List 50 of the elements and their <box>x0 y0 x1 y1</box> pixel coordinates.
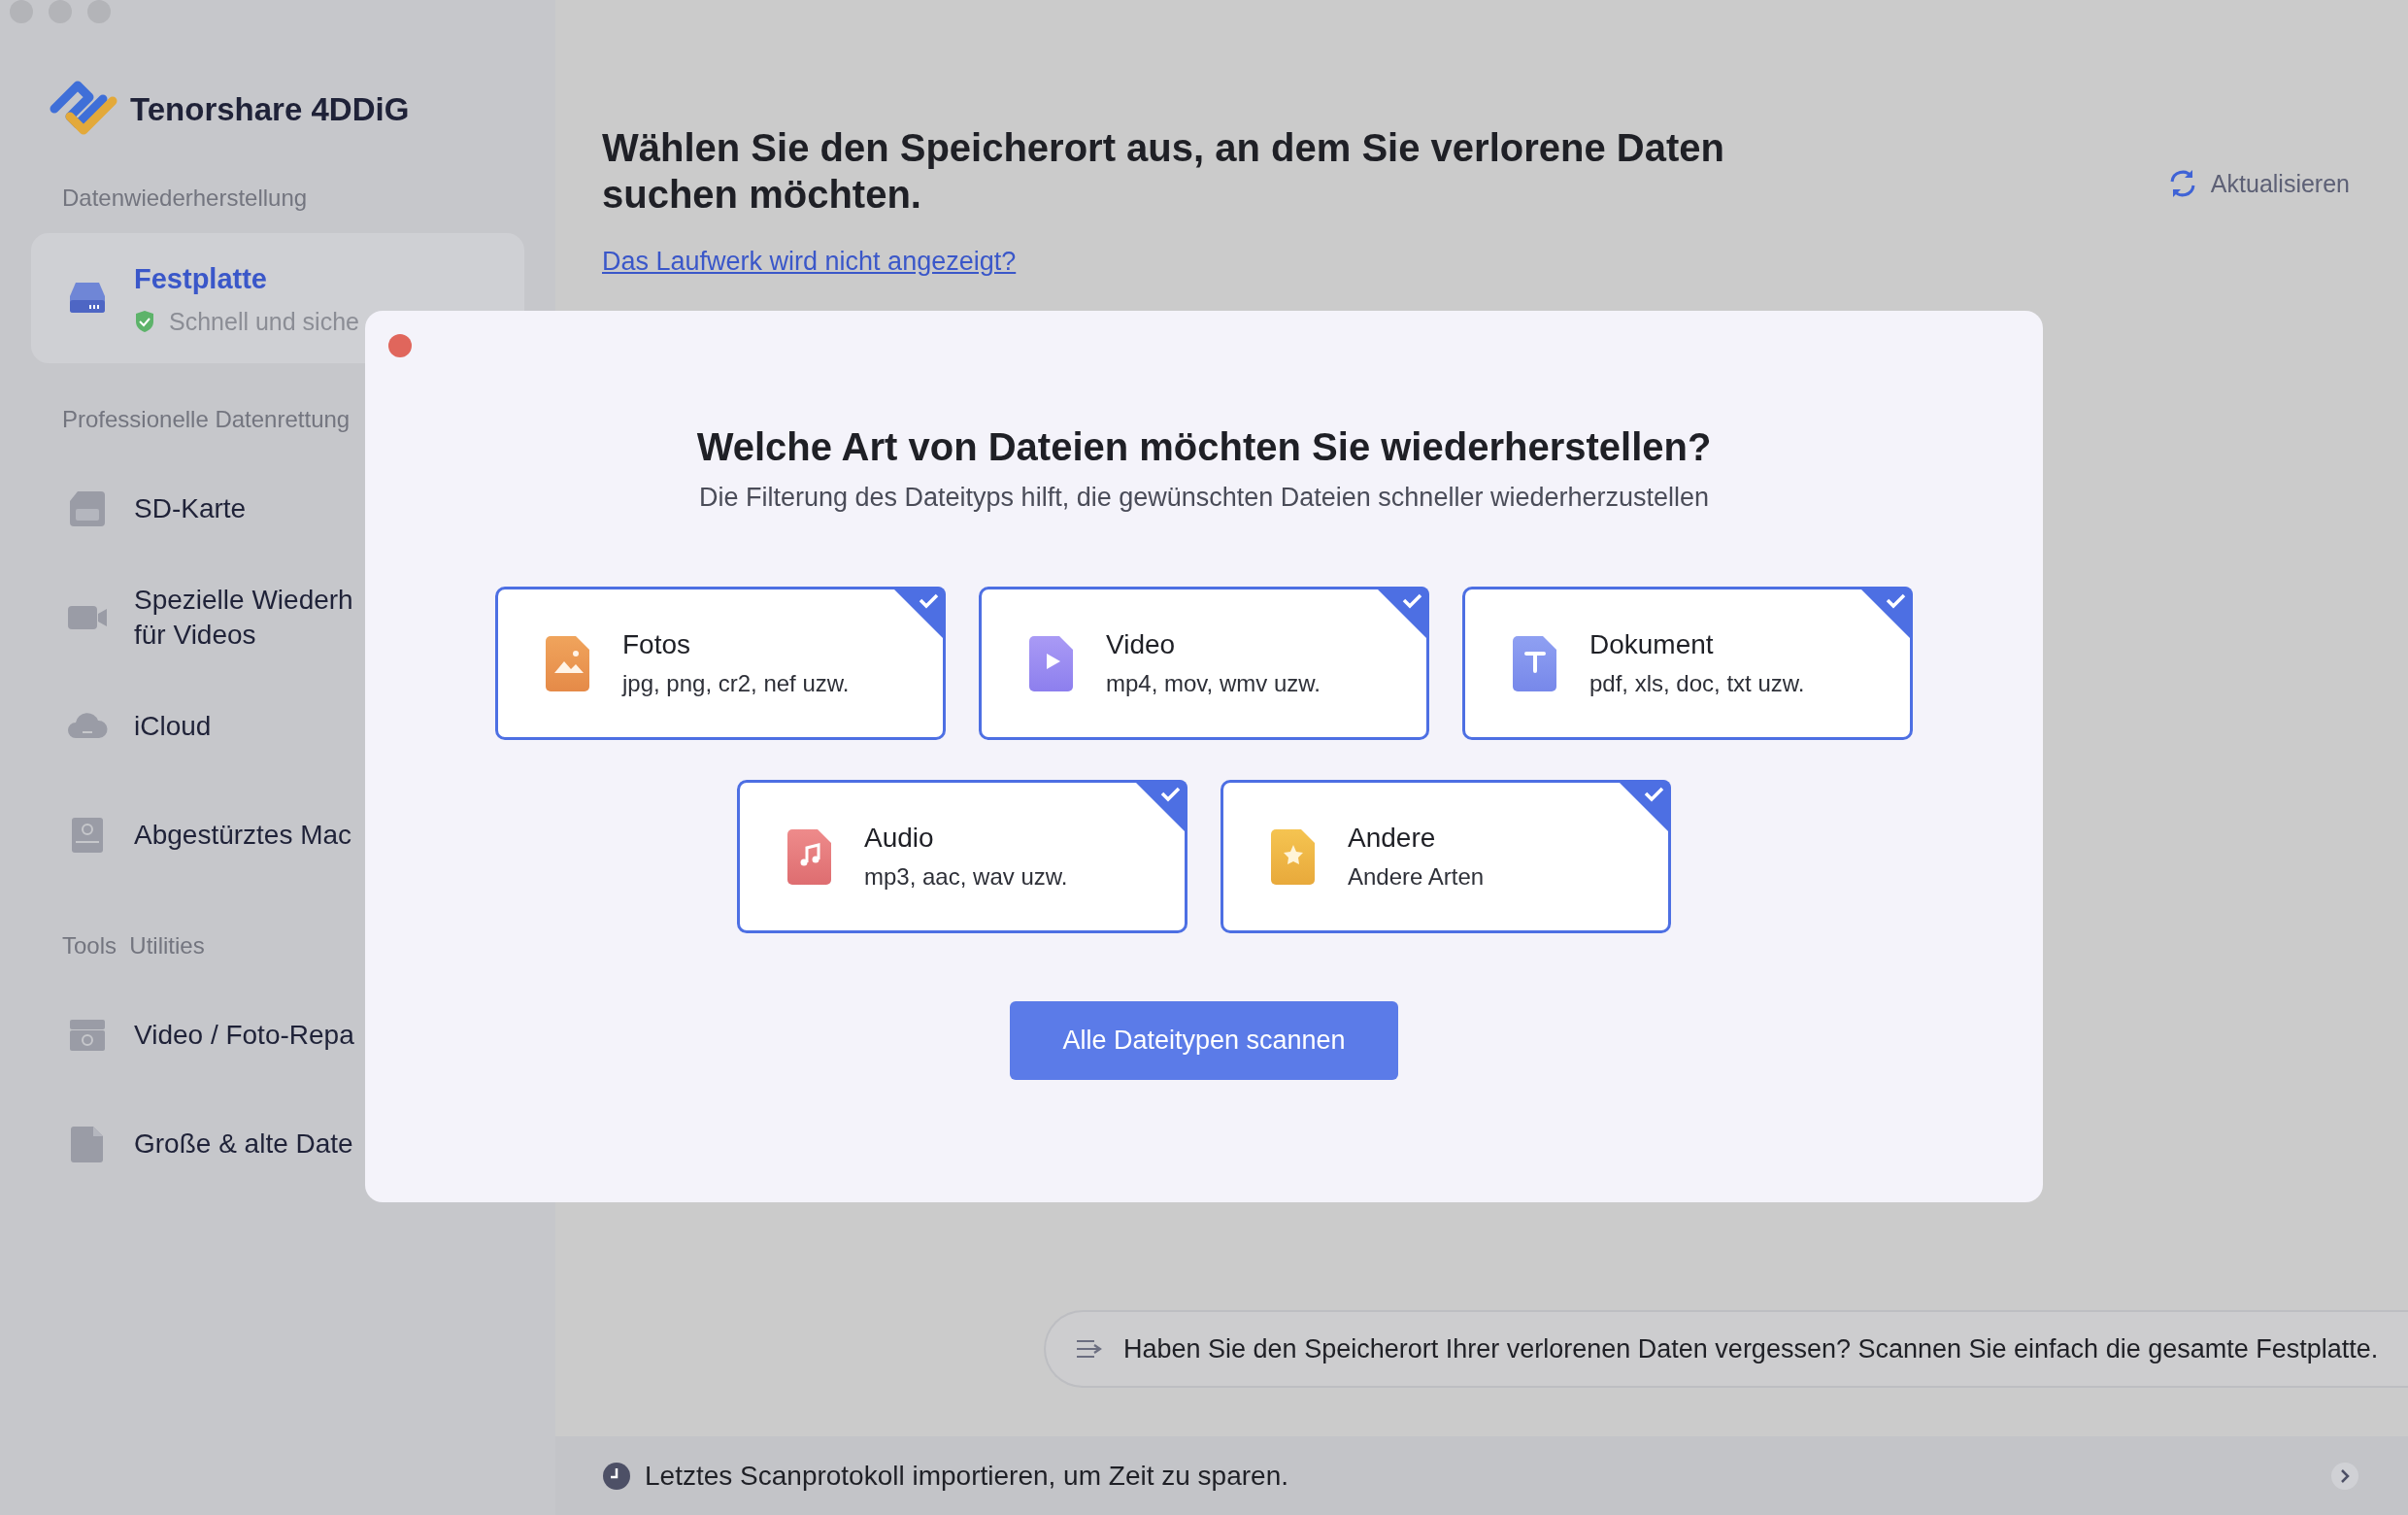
sidebar-item-label[interactable]: Große & alte Date <box>134 1127 353 1162</box>
file-type-card[interactable]: Video mp4, mov, wmv uzw. <box>979 587 1429 740</box>
list-icon <box>1075 1337 1104 1361</box>
dialog-subtitle: Die Filterung des Dateityps hilft, die gewünschten Dateien schneller wiederherzustellen <box>698 483 1710 513</box>
file-type-card[interactable]: Fotos jpg, png, cr2, nef uzw. <box>495 587 946 740</box>
checkmark-icon <box>1858 587 1913 641</box>
scan-all-button[interactable]: Alle Dateitypen scannen <box>1010 1001 1398 1080</box>
app-name: Tenorshare 4DDiG <box>130 91 410 128</box>
help-link[interactable]: Das Laufwerk wird nicht angezeigt? <box>602 247 1017 277</box>
section-heading: Datenwiederherstellung <box>62 185 309 212</box>
sidebar-item-label[interactable]: SD-Karte <box>134 491 247 526</box>
hint-text: Haben Sie den Speicherort Ihrer verlorenen Daten vergessen? Scannen Sie einfach die gesamte Festplatte. <box>1123 1333 2379 1364</box>
sidebar-item-subtitle: Schnell und siche <box>169 307 359 336</box>
sidebar-item-label[interactable]: Abgestürztes Mac <box>134 818 352 853</box>
file-type-name: Andere <box>1348 823 1437 854</box>
file-type-name: Audio <box>864 823 935 854</box>
photo-file-icon <box>545 634 591 692</box>
sidebar-item-label[interactable]: Video / Foto-Repa <box>134 1018 354 1053</box>
clock-icon <box>602 1461 631 1491</box>
file-type-name: Dokument <box>1589 629 1715 660</box>
file-type-formats: mp3, aac, wav uzw. <box>864 863 1068 891</box>
star-file-icon <box>1270 827 1317 886</box>
section-heading: Professionelle Datenrettung <box>62 406 351 433</box>
sidebar-item-label[interactable]: Spezielle Wiederh für Videos <box>134 583 353 653</box>
file-type-name: Fotos <box>622 629 692 660</box>
file-type-name: Video <box>1106 629 1177 660</box>
checkmark-icon <box>1375 587 1429 641</box>
shield-icon <box>134 310 155 333</box>
footer-text: Letztes Scanprotokoll importieren, um Zeit zu sparen. <box>645 1460 1288 1492</box>
chevron-icon <box>2330 1461 2359 1491</box>
refresh-button[interactable]: Aktualisieren <box>2165 167 2350 200</box>
checkmark-icon <box>1133 780 1187 834</box>
file-type-formats: mp4, mov, wmv uzw. <box>1106 670 1321 697</box>
document-file-icon <box>1512 634 1558 692</box>
file-type-card[interactable]: Audio mp3, aac, wav uzw. <box>737 780 1187 933</box>
file-type-formats: pdf, xls, doc, txt uzw. <box>1589 670 1805 697</box>
section-heading: Tools Utilities <box>62 932 206 960</box>
file-type-card[interactable]: Andere Andere Arten <box>1221 780 1671 933</box>
close-button[interactable] <box>388 334 412 357</box>
video-file-icon <box>1028 634 1075 692</box>
page-title: Wählen Sie den Speicherort aus, an dem Sie verlorene Daten suchen möchten. <box>602 125 1725 218</box>
dialog-title: Welche Art von Dateien möchten Sie wiederherstellen? <box>696 425 1712 469</box>
file-type-card[interactable]: Dokument pdf, xls, doc, txt uzw. <box>1462 587 1913 740</box>
sidebar-item-label: Festplatte <box>134 261 268 296</box>
music-file-icon <box>786 827 833 886</box>
checkmark-icon <box>891 587 946 641</box>
file-type-formats: Andere Arten <box>1348 863 1485 891</box>
sidebar-item-label[interactable]: iCloud <box>134 709 212 744</box>
checkmark-icon <box>1617 780 1671 834</box>
file-type-formats: jpg, png, cr2, nef uzw. <box>622 670 850 697</box>
